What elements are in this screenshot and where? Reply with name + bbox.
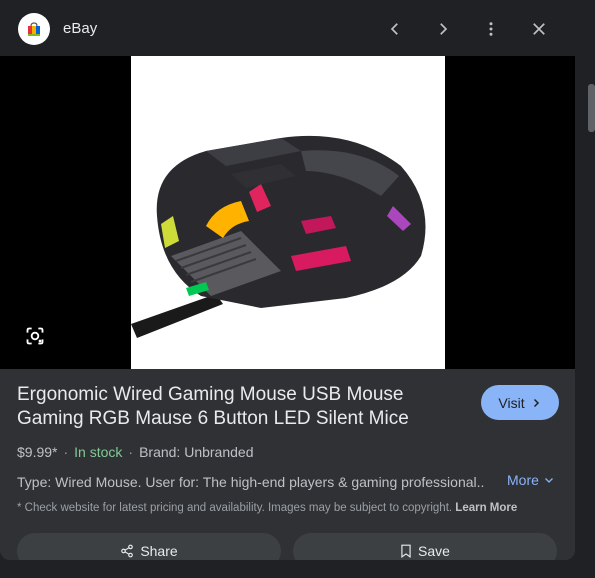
visit-button[interactable]: Visit — [481, 385, 559, 420]
stock-status: In stock — [74, 444, 123, 460]
preview-header: eBay — [0, 0, 575, 56]
separator-dot: · — [63, 444, 69, 460]
more-button[interactable]: More — [507, 472, 555, 488]
separator-dot: · — [128, 444, 134, 460]
product-meta: $9.99* · In stock · Brand: Unbranded — [17, 444, 254, 460]
shopping-bag-icon — [28, 22, 40, 36]
search-image-button[interactable] — [22, 323, 48, 349]
more-vert-icon — [489, 22, 493, 36]
save-button[interactable]: Save — [293, 533, 557, 560]
site-logo[interactable] — [18, 13, 50, 45]
save-label: Save — [418, 543, 450, 559]
product-info: Ergonomic Wired Gaming Mouse USB Mouse G… — [0, 369, 575, 560]
disclaimer: * Check website for latest pricing and a… — [17, 502, 517, 514]
bookmark-icon — [401, 544, 411, 558]
chevron-right-icon — [440, 23, 448, 35]
chevron-right-icon — [533, 398, 539, 407]
brand: Brand: Unbranded — [139, 444, 254, 460]
chevron-left-icon — [390, 23, 398, 35]
more-options-button[interactable] — [476, 14, 506, 44]
page-scrollbar[interactable] — [588, 84, 595, 132]
image-preview-panel: eBay Ergonomic Wired Gaming Mouse USB Mo… — [0, 0, 575, 560]
more-label: More — [507, 472, 539, 488]
site-name[interactable]: eBay — [63, 20, 97, 37]
media-area — [0, 56, 575, 369]
price: $9.99* — [17, 444, 58, 460]
next-button[interactable] — [428, 14, 458, 44]
disclaimer-text: * Check website for latest pricing and a… — [17, 502, 453, 514]
share-button[interactable]: Share — [17, 533, 281, 560]
visit-label: Visit — [498, 394, 525, 411]
close-icon — [533, 23, 545, 35]
learn-more-link[interactable]: Learn More — [455, 502, 517, 514]
share-label: Share — [140, 543, 178, 559]
product-image[interactable] — [131, 56, 445, 369]
share-icon — [121, 544, 134, 558]
google-lens-icon — [26, 327, 44, 345]
product-title[interactable]: Ergonomic Wired Gaming Mouse USB Mouse G… — [17, 383, 467, 431]
close-button[interactable] — [524, 14, 554, 44]
product-description: Type: Wired Mouse. User for: The high-en… — [17, 474, 485, 490]
gaming-mouse-image — [131, 135, 426, 338]
previous-button[interactable] — [380, 14, 410, 44]
chevron-down-icon — [544, 478, 553, 483]
